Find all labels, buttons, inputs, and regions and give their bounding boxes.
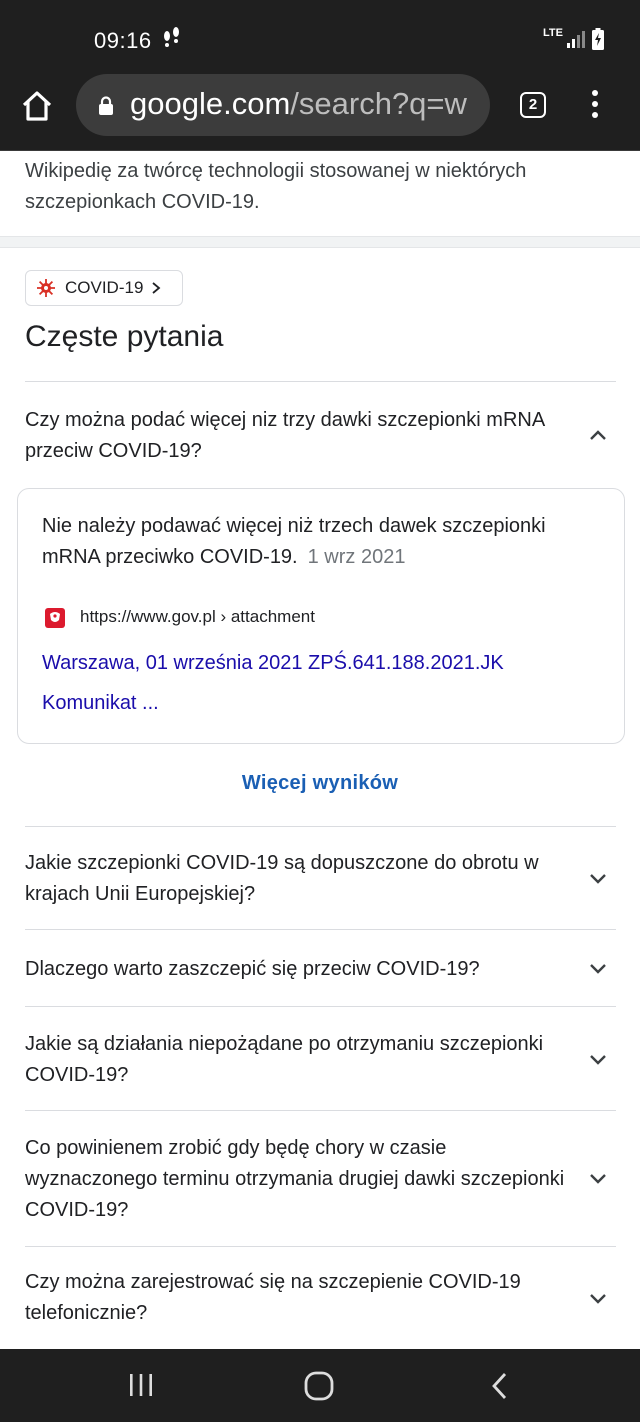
divider — [25, 1110, 616, 1111]
faq-question[interactable]: Jakie szczepionki COVID-19 są dopuszczon… — [25, 848, 565, 910]
faq-question-expanded[interactable]: Czy można podać więcej niz trzy dawki sz… — [25, 405, 565, 467]
network-type-label: LTE — [543, 27, 563, 39]
tab-switcher-button[interactable]: 2 — [520, 92, 546, 118]
url-text: google.com/search?q=w — [130, 86, 467, 122]
gov-emblem-icon — [45, 608, 65, 628]
result-title-line[interactable]: Komunikat ... — [42, 683, 602, 723]
chevron-down-icon[interactable] — [588, 1053, 608, 1067]
recent-apps-icon[interactable] — [128, 1373, 154, 1397]
chip-label: COVID-19 — [65, 278, 144, 297]
chevron-up-icon[interactable] — [588, 428, 608, 442]
home-icon[interactable] — [20, 89, 54, 123]
address-bar[interactable]: google.com/search?q=w — [76, 74, 490, 136]
system-nav-bar — [0, 1349, 640, 1422]
covid-topic-chip[interactable]: COVID-19 — [25, 270, 183, 306]
chevron-down-icon[interactable] — [588, 1172, 608, 1186]
chevron-down-icon[interactable] — [588, 872, 608, 886]
result-title-line[interactable]: Warszawa, 01 września 2021 ZPŚ.641.188.2… — [42, 643, 602, 683]
home-nav-icon[interactable] — [304, 1371, 334, 1401]
status-time: 09:16 — [94, 28, 152, 53]
browser-toolbar: google.com/search?q=w 2 — [0, 72, 640, 151]
url-domain: google.com — [130, 86, 291, 121]
chevron-down-icon[interactable] — [588, 962, 608, 976]
faq-answer-card: Nie należy podawać więcej niż trzech daw… — [17, 488, 625, 744]
divider — [25, 381, 616, 382]
source-url[interactable]: https://www.gov.pl › attachment — [80, 607, 315, 627]
answer-date: 1 wrz 2021 — [307, 546, 406, 568]
signal-icon — [567, 31, 585, 48]
result-title-link[interactable]: Warszawa, 01 września 2021 ZPŚ.641.188.2… — [42, 643, 602, 723]
lock-icon — [99, 96, 113, 115]
footsteps-icon — [164, 27, 179, 47]
back-icon[interactable] — [489, 1371, 509, 1401]
answer-text: Nie należy podawać więcej niż trzech daw… — [42, 515, 546, 568]
previous-result-snippet: Wikipedię za twórcę technologii stosowan… — [25, 160, 527, 213]
divider — [25, 929, 616, 930]
section-divider — [0, 236, 640, 248]
divider — [25, 1006, 616, 1007]
divider — [25, 826, 616, 827]
url-path: /search?q=w — [290, 86, 467, 121]
faq-question[interactable]: Co powinienem zrobić gdy będę chory w cz… — [25, 1133, 565, 1226]
faq-question[interactable]: Dlaczego warto zaszczepić się przeciw CO… — [25, 954, 565, 985]
chevron-right-icon — [152, 282, 161, 294]
chevron-down-icon[interactable] — [588, 1292, 608, 1306]
faq-answer: Nie należy podawać więcej niż trzech daw… — [42, 511, 602, 573]
more-results-link[interactable]: Więcej wyników — [0, 772, 640, 795]
faq-question[interactable]: Czy można zarejestrować się na szczepien… — [25, 1267, 565, 1329]
battery-charging-icon — [592, 28, 604, 50]
faq-heading: Częste pytania — [25, 320, 224, 353]
faq-question[interactable]: Jakie są działania niepożądane po otrzym… — [25, 1029, 565, 1091]
overflow-menu-icon[interactable] — [588, 90, 602, 122]
virus-icon — [37, 279, 55, 297]
divider — [25, 1246, 616, 1247]
status-bar: 09:16 LTE — [0, 0, 640, 72]
